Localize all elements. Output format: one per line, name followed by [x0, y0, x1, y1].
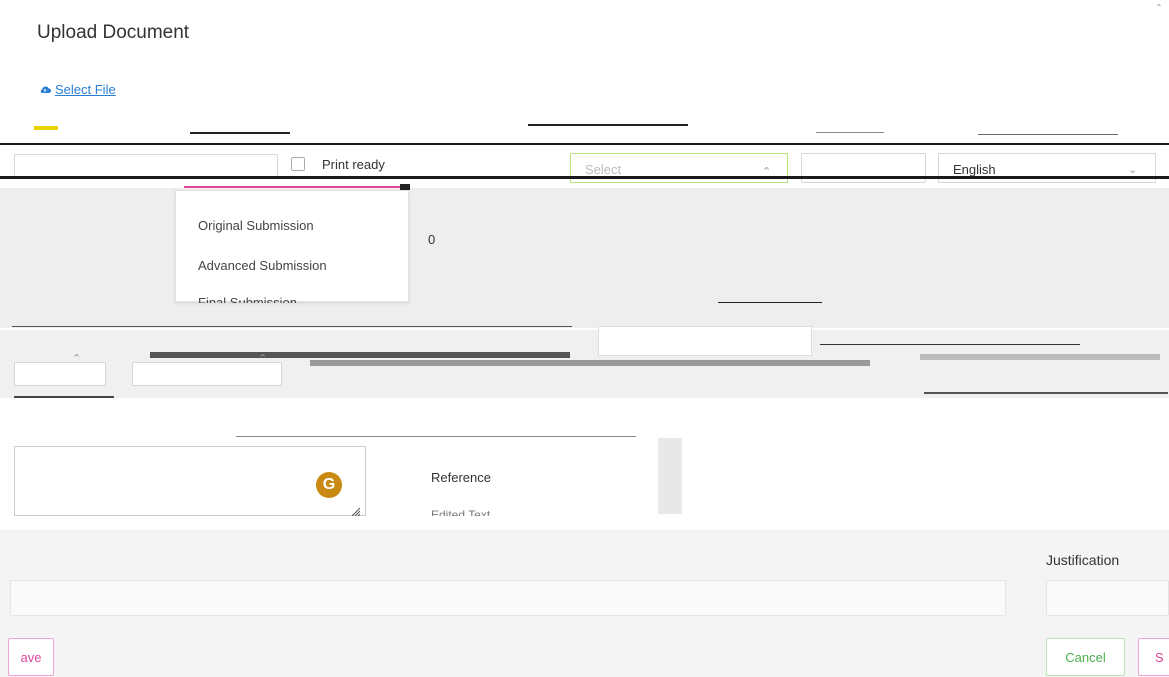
stepper-input[interactable] — [132, 362, 282, 386]
glitch-fragment — [400, 184, 410, 190]
glitch-fragment — [236, 436, 636, 437]
instructions-textarea[interactable] — [14, 446, 366, 516]
submission-dropdown: Original Submission Advanced Submission … — [175, 190, 409, 303]
scrollbar[interactable] — [658, 438, 682, 514]
dropdown-item[interactable]: Edited Text — [431, 508, 490, 516]
resize-handle-icon[interactable] — [350, 506, 360, 516]
stepper-input[interactable] — [14, 362, 106, 386]
print-ready-checkbox[interactable] — [291, 157, 305, 171]
glitch-fragment — [14, 396, 114, 398]
glitch-fragment — [310, 360, 870, 366]
chevron-up-icon[interactable]: ⌃ — [72, 352, 81, 365]
select-placeholder: Select — [585, 162, 622, 177]
save-button[interactable]: ave — [8, 638, 54, 676]
type-dropdown — [380, 446, 670, 516]
justification-input[interactable] — [1046, 580, 1169, 616]
cancel-label: Cancel — [1065, 649, 1106, 665]
glitch-fragment — [34, 126, 58, 130]
glitch-fragment — [820, 344, 1080, 345]
dropdown-item[interactable]: Reference — [431, 470, 491, 485]
glitch-fragment — [150, 352, 570, 358]
chart-type-select[interactable] — [598, 326, 812, 356]
glitch-fragment — [924, 392, 1168, 394]
divider — [0, 176, 1169, 179]
cloud-upload-icon — [40, 85, 51, 93]
dropdown-item[interactable]: Advanced Submission — [198, 258, 327, 273]
select-file-label: Select File — [55, 82, 116, 97]
glitch-fragment — [718, 302, 822, 303]
document-name-input[interactable] — [14, 154, 278, 178]
close-icon[interactable]: ˆ — [1157, 2, 1161, 16]
glitch-fragment — [12, 326, 572, 327]
glitch-fragment — [978, 134, 1118, 135]
language-value: English — [953, 162, 996, 177]
glitch-fragment — [184, 186, 400, 188]
glitch-fragment — [190, 132, 290, 134]
submit-button[interactable]: S — [1138, 638, 1169, 676]
dropdown-item[interactable]: Original Submission — [198, 218, 314, 233]
glitch-fragment — [528, 124, 688, 126]
grammarly-icon[interactable]: G — [316, 472, 342, 498]
chevron-up-icon[interactable]: ⌃ — [258, 352, 267, 365]
select-file-link[interactable]: Select File — [39, 82, 116, 97]
cancel-button[interactable]: Cancel — [1046, 638, 1125, 676]
submit-label: S — [1155, 649, 1164, 665]
justification-label: Justification — [1046, 552, 1120, 568]
dropdown-item[interactable]: Final Submission — [198, 295, 297, 303]
count-value: 0 — [428, 232, 436, 247]
modal-title: Upload Document — [37, 22, 190, 43]
chevron-down-icon: ⌄ — [1128, 164, 1138, 176]
comments-input[interactable] — [10, 580, 1006, 616]
divider — [0, 143, 1169, 145]
print-ready-label: Print ready — [322, 157, 385, 172]
save-label: ave — [20, 649, 42, 665]
glitch-fragment — [920, 354, 1160, 360]
upload-document-modal: ˆ Upload Document Select File Print read… — [0, 0, 1169, 677]
glitch-fragment — [816, 132, 884, 133]
